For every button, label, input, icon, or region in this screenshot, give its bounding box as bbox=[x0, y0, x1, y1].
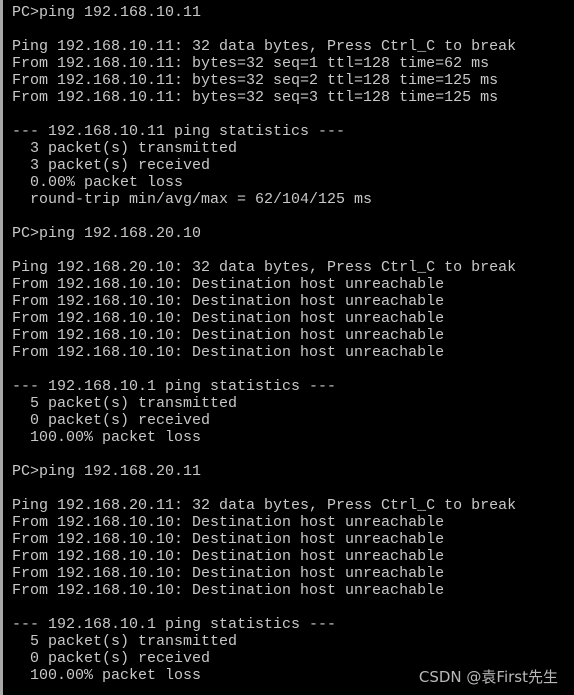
terminal-line: PC>ping 192.168.20.11 bbox=[12, 463, 202, 480]
terminal-line: Ping 192.168.10.11: 32 data bytes, Press… bbox=[12, 38, 517, 55]
terminal-line: 3 packet(s) received bbox=[12, 157, 211, 174]
terminal-line: round-trip min/avg/max = 62/104/125 ms bbox=[12, 191, 373, 208]
terminal-line: 5 packet(s) transmitted bbox=[12, 395, 238, 412]
terminal-line: From 192.168.10.10: Destination host unr… bbox=[12, 514, 445, 531]
terminal-line: Ping 192.168.20.10: 32 data bytes, Press… bbox=[12, 259, 517, 276]
terminal-line: 0 packet(s) received bbox=[12, 650, 211, 667]
terminal-line: --- 192.168.10.1 ping statistics --- bbox=[12, 616, 337, 633]
terminal-line: From 192.168.10.11: bytes=32 seq=2 ttl=1… bbox=[12, 72, 499, 89]
terminal-line: From 192.168.10.11: bytes=32 seq=3 ttl=1… bbox=[12, 89, 499, 106]
terminal-line: PC>ping 192.168.20.10 bbox=[12, 225, 202, 242]
terminal-line: From 192.168.10.10: Destination host unr… bbox=[12, 548, 445, 565]
terminal-line: From 192.168.10.10: Destination host unr… bbox=[12, 582, 445, 599]
terminal-line: 3 packet(s) transmitted bbox=[12, 140, 238, 157]
terminal-line: From 192.168.10.10: Destination host unr… bbox=[12, 293, 445, 310]
terminal-line: PC>ping 192.168.10.11 bbox=[12, 4, 202, 21]
terminal-line: From 192.168.10.11: bytes=32 seq=1 ttl=1… bbox=[12, 55, 490, 72]
terminal-line: --- 192.168.10.11 ping statistics --- bbox=[12, 123, 346, 140]
terminal-window[interactable]: PC>ping 192.168.10.11 Ping 192.168.10.11:… bbox=[0, 0, 574, 695]
terminal-output: PC>ping 192.168.10.11 Ping 192.168.10.11:… bbox=[12, 4, 516, 684]
terminal-line: From 192.168.10.10: Destination host unr… bbox=[12, 310, 445, 327]
terminal-line: 0.00% packet loss bbox=[12, 174, 184, 191]
terminal-line: 5 packet(s) transmitted bbox=[12, 633, 238, 650]
terminal-line: Ping 192.168.20.11: 32 data bytes, Press… bbox=[12, 497, 517, 514]
watermark: CSDN @袁First先生 bbox=[418, 668, 558, 686]
terminal-line: From 192.168.10.10: Destination host unr… bbox=[12, 565, 445, 582]
terminal-line: From 192.168.10.10: Destination host unr… bbox=[12, 327, 445, 344]
terminal-line: From 192.168.10.10: Destination host unr… bbox=[12, 531, 445, 548]
terminal-line: From 192.168.10.10: Destination host unr… bbox=[12, 276, 445, 293]
terminal-line: --- 192.168.10.1 ping statistics --- bbox=[12, 378, 337, 395]
terminal-line: 0 packet(s) received bbox=[12, 412, 211, 429]
terminal-line: 100.00% packet loss bbox=[12, 429, 202, 446]
terminal-line: From 192.168.10.10: Destination host unr… bbox=[12, 344, 445, 361]
